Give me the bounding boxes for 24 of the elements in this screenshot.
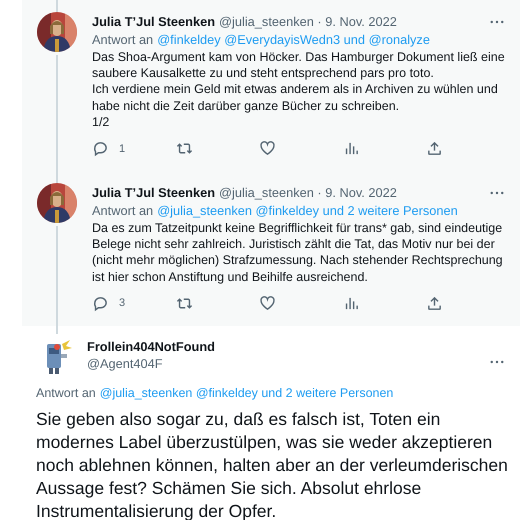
author-name[interactable]: Julia T’Jul Steenken: [92, 185, 216, 200]
more-icon[interactable]: [490, 190, 504, 195]
reply-count: 3: [119, 297, 126, 310]
tweet-text: Das Shoa-Argument kam von Höcker. Das Hamburger Dokument ließ eine saubere Kausalkette zu und steht entsprechend pars pro toto.: [92, 49, 506, 82]
reply-label: Antwort an: [92, 32, 154, 47]
more-icon[interactable]: [490, 360, 504, 364]
tweet-text: Da es zum Tatzeitpunkt keine Begrifflichkeit für trans* gab, sind eindeutige Belege nicht sehr zahlreich. Juristisch zählt die Tat, das Motiv nur bei der (nicht mehr möglichen) Strafzumessung. Nach stehender Rechtsprechung ist hier schon Anstiftung und Beihilfe ausreichend.: [92, 220, 504, 285]
like-icon[interactable]: [259, 140, 276, 158]
tweet-text: 1/2: [92, 114, 110, 130]
author-name[interactable]: Julia T’Jul Steenken: [92, 14, 216, 29]
reply-icon[interactable]: [92, 140, 109, 158]
author-name[interactable]: Frollein404NotFound: [87, 338, 215, 354]
like-icon[interactable]: [259, 294, 276, 312]
reply-label: Antwort an: [36, 386, 96, 400]
handle-date: @julia_steenken · 9. Nov. 2022: [219, 14, 397, 29]
more-icon[interactable]: [490, 20, 504, 24]
reply-label: Antwort an: [92, 203, 154, 218]
share-icon[interactable]: [426, 294, 444, 312]
tweet-text: Ich verdiene mein Geld mit etwas anderem als in Archiven zu wühlen und habe nicht die Zeit darüber ganze Bücher zu schreiben.: [92, 81, 499, 114]
share-icon[interactable]: [426, 140, 444, 158]
author-handle: @Agent404F: [87, 356, 164, 371]
reply-icon[interactable]: [92, 294, 109, 312]
reply-count: 1: [119, 142, 126, 155]
handle-date: @julia_steenken · 9. Nov. 2022: [219, 185, 397, 200]
